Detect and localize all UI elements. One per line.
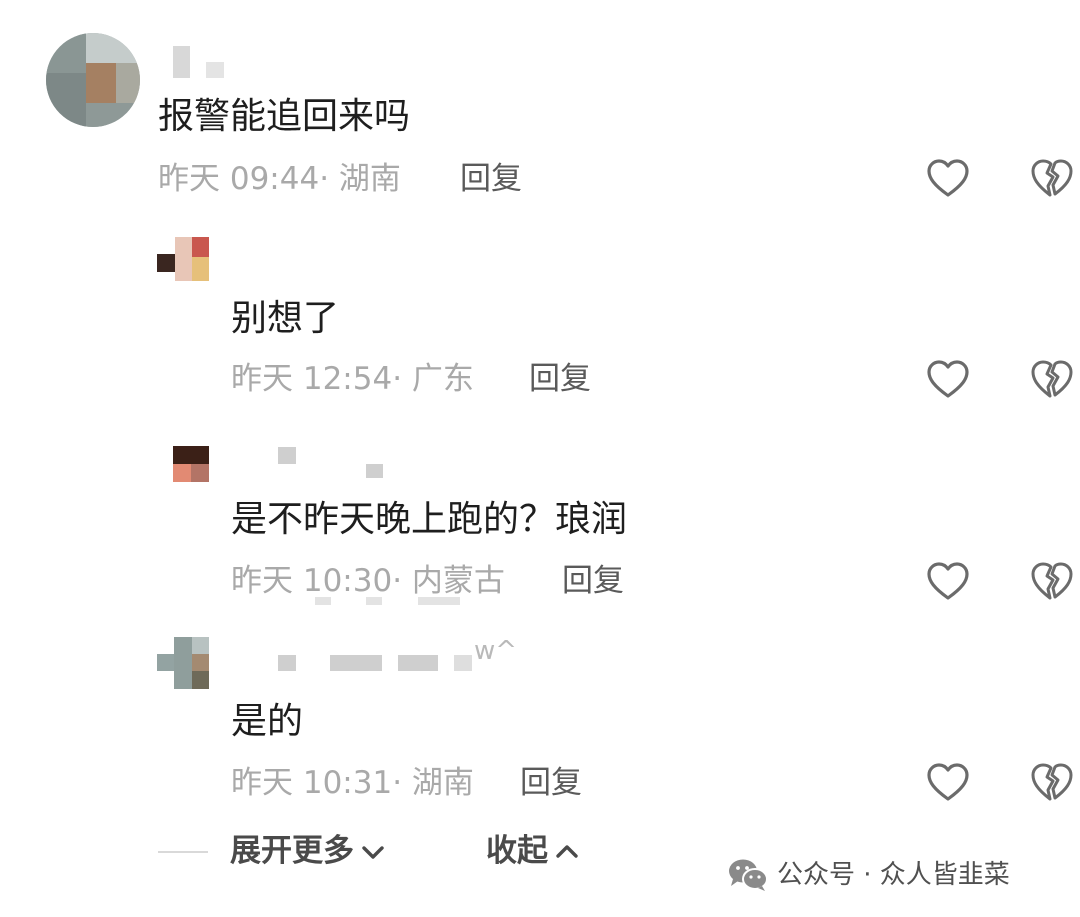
reply-thread: 是不昨天晚上跑的？琅润 昨天 10:30· 内蒙古 回复 bbox=[0, 420, 1080, 620]
comment-text: 报警能追回来吗 bbox=[158, 96, 411, 137]
comment-meta: 昨天 10:31· 湖南 bbox=[231, 765, 474, 801]
comment-time: 昨天 10:30 bbox=[231, 563, 393, 599]
redacted-artifact bbox=[315, 597, 331, 605]
comment-meta: 昨天 12:54· 广东 bbox=[231, 361, 474, 397]
username-redacted bbox=[278, 447, 296, 464]
comment-text: 是的 bbox=[231, 701, 304, 742]
chevron-down-icon bbox=[362, 845, 384, 859]
expand-more-label: 展开更多 bbox=[230, 833, 354, 869]
comment-time: 昨天 09:44 bbox=[158, 161, 320, 197]
watermark: 公众号 · 众人皆韭菜 bbox=[727, 857, 1010, 893]
avatar[interactable] bbox=[46, 33, 140, 127]
watermark-text: 公众号 · 众人皆韭菜 bbox=[777, 860, 1010, 890]
reply-button[interactable]: 回复 bbox=[460, 164, 522, 195]
comment-location: 湖南 bbox=[411, 765, 474, 801]
redacted-artifact bbox=[366, 597, 382, 605]
comment-text: 别想了 bbox=[231, 298, 340, 339]
broken-heart-icon[interactable] bbox=[1030, 157, 1074, 201]
username-redacted bbox=[366, 464, 383, 478]
heart-outline-icon[interactable] bbox=[926, 157, 970, 201]
avatar[interactable] bbox=[157, 237, 209, 281]
comment-time: 昨天 12:54 bbox=[231, 361, 393, 397]
reply-button[interactable]: 回复 bbox=[529, 364, 591, 395]
username-redacted bbox=[330, 655, 382, 671]
comment-location: 湖南 bbox=[338, 161, 401, 197]
comment-text: 是不昨天晚上跑的？琅润 bbox=[231, 499, 628, 540]
comment-meta: 昨天 10:30· 内蒙古 bbox=[231, 563, 505, 599]
username-redacted bbox=[398, 655, 438, 671]
comment-thread: 报警能追回来吗 昨天 09:44· 湖南 回复 bbox=[0, 0, 1080, 210]
avatar[interactable] bbox=[173, 446, 209, 482]
heart-outline-icon[interactable] bbox=[926, 358, 970, 402]
broken-heart-icon[interactable] bbox=[1030, 761, 1074, 805]
reply-thread: w^ 是的 昨天 10:31· 湖南 回复 bbox=[0, 620, 1080, 830]
comment-location: 广东 bbox=[411, 361, 474, 397]
username-redacted bbox=[278, 655, 296, 671]
comment-location: 内蒙古 bbox=[411, 563, 505, 599]
comment-time: 昨天 10:31 bbox=[231, 765, 393, 801]
comment-meta: 昨天 09:44· 湖南 bbox=[158, 161, 401, 197]
wechat-logo-icon bbox=[729, 859, 768, 891]
chevron-up-icon bbox=[556, 844, 578, 858]
reply-button[interactable]: 回复 bbox=[562, 566, 624, 597]
divider bbox=[158, 851, 208, 853]
username-redacted bbox=[173, 46, 190, 78]
reply-button[interactable]: 回复 bbox=[520, 768, 582, 799]
broken-heart-icon[interactable] bbox=[1030, 358, 1074, 402]
username-redacted bbox=[206, 62, 224, 78]
redacted-artifact bbox=[418, 597, 460, 605]
heart-outline-icon[interactable] bbox=[926, 761, 970, 805]
heart-outline-icon[interactable] bbox=[926, 560, 970, 604]
username-redacted bbox=[454, 655, 472, 671]
reply-thread: 别想了 昨天 12:54· 广东 回复 bbox=[0, 210, 1080, 410]
collapse-label: 收起 bbox=[486, 833, 548, 869]
collapse-button[interactable]: 收起 bbox=[486, 836, 580, 867]
username-fragment: w^ bbox=[474, 636, 518, 666]
broken-heart-icon[interactable] bbox=[1030, 560, 1074, 604]
avatar[interactable] bbox=[157, 637, 209, 689]
expand-more-button[interactable]: 展开更多 bbox=[230, 836, 386, 867]
